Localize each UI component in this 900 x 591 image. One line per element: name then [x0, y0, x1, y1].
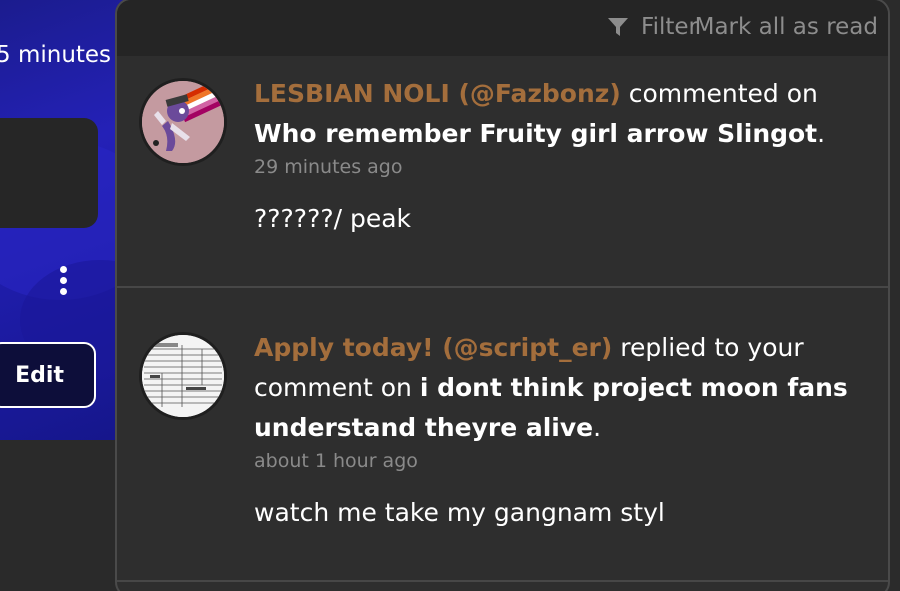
notifications-panel: Filter Mark all as read LESBIAN NOLI (@F…: [115, 0, 890, 591]
notification-headline: Apply today! (@script_er) replied to you…: [254, 328, 858, 448]
kebab-menu-icon[interactable]: [56, 266, 70, 306]
username-link[interactable]: Apply today! (@script_er): [254, 333, 612, 362]
post-link[interactable]: Who remember Fruity girl arrow Slingot: [254, 119, 817, 148]
notification-text: LESBIAN NOLI (@Fazbonz) commented on Who…: [254, 74, 858, 233]
filter-label: Filter: [641, 14, 698, 40]
punctuation: .: [817, 119, 826, 148]
notification-item[interactable]: Apply today! (@script_er) replied to you…: [117, 288, 888, 582]
timestamp: about 1 hour ago: [254, 450, 418, 472]
notification-text: Apply today! (@script_er) replied to you…: [254, 328, 858, 527]
username-link[interactable]: LESBIAN NOLI (@Fazbonz): [254, 79, 621, 108]
filter-button[interactable]: Filter: [607, 12, 698, 42]
comment-preview: ??????/ peak: [254, 204, 412, 233]
mark-all-read-button[interactable]: Mark all as read: [695, 12, 878, 42]
filter-funnel-icon: [608, 18, 629, 36]
timestamp: 29 minutes ago: [254, 156, 403, 178]
notification-action: commented on: [628, 79, 818, 108]
notification-item[interactable]: LESBIAN NOLI (@Fazbonz) commented on Who…: [117, 56, 888, 288]
avatar-image: [142, 81, 224, 163]
background-content-box: [0, 118, 98, 228]
avatar[interactable]: [139, 332, 227, 420]
screen: 5 minutes Edit Filter Mark all as read L…: [0, 0, 900, 591]
avatar[interactable]: [139, 78, 227, 166]
avatar-image: [142, 335, 224, 417]
notifications-header: Filter Mark all as read: [117, 0, 888, 56]
comment-preview: watch me take my gangnam styl: [254, 498, 665, 527]
background-timestamp: 5 minutes: [0, 42, 112, 68]
edit-button[interactable]: Edit: [0, 342, 96, 408]
notification-headline: LESBIAN NOLI (@Fazbonz) commented on Who…: [254, 74, 858, 154]
punctuation: .: [593, 413, 602, 442]
